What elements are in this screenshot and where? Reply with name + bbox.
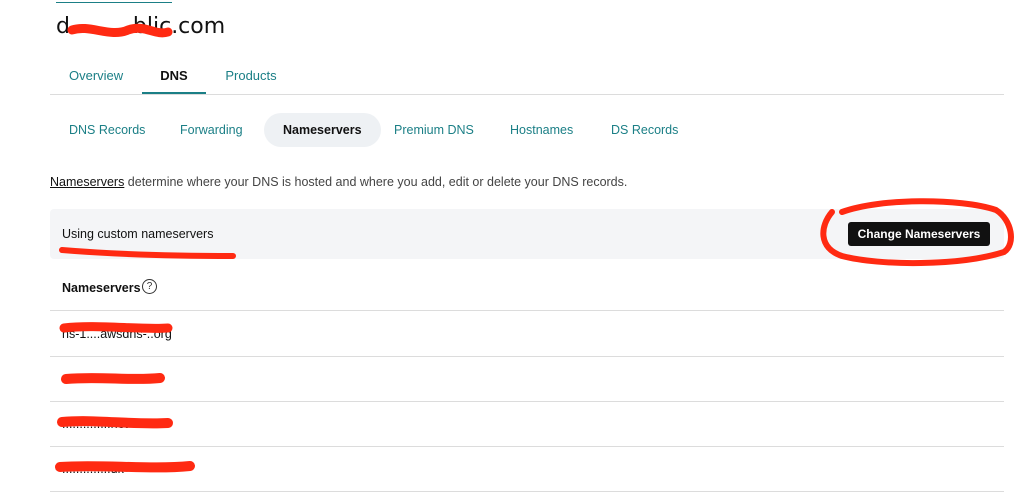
tab-overview[interactable]: Overview bbox=[69, 58, 123, 92]
nameserver-value: ns-1....awsdns-..org bbox=[62, 327, 172, 341]
subtab-dns-records[interactable]: DNS Records bbox=[69, 113, 145, 147]
subtab-forwarding[interactable]: Forwarding bbox=[180, 113, 243, 147]
page-title: d.........blic.com bbox=[56, 14, 226, 39]
help-icon[interactable]: ? bbox=[142, 279, 157, 294]
nameserver-row: ..............com bbox=[50, 356, 1004, 402]
tab-dns[interactable]: DNS bbox=[142, 58, 206, 94]
nameservers-header: Nameservers ? bbox=[50, 260, 1004, 311]
subtab-ds-records[interactable]: DS Records bbox=[611, 113, 678, 147]
nameserver-row: ..............uk bbox=[50, 446, 1004, 492]
main-tab-bar: Overview DNS Products bbox=[50, 58, 1004, 95]
subtab-nameservers[interactable]: Nameservers bbox=[264, 113, 381, 147]
nameserver-value: ..............net bbox=[62, 417, 128, 431]
tab-products[interactable]: Products bbox=[225, 58, 277, 92]
change-nameservers-button[interactable]: Change Nameservers bbox=[848, 222, 990, 246]
nameserver-row: ..............net bbox=[50, 401, 1004, 447]
subtab-premium-dns[interactable]: Premium DNS bbox=[394, 113, 474, 147]
nameserver-value: ..............com bbox=[62, 372, 135, 386]
description-text: determine where your DNS is hosted and w… bbox=[124, 175, 628, 189]
nameservers-help-link[interactable]: Nameservers bbox=[50, 175, 124, 189]
nameservers-header-label: Nameservers bbox=[62, 281, 141, 295]
subtab-hostnames[interactable]: Hostnames bbox=[510, 113, 573, 147]
status-banner: Using custom nameservers Change Nameserv… bbox=[50, 209, 1004, 259]
nameserver-row: ns-1....awsdns-..org bbox=[50, 311, 1004, 357]
status-text: Using custom nameservers bbox=[62, 227, 214, 241]
nameserver-value: ..............uk bbox=[62, 462, 124, 476]
nameservers-description: Nameservers determine where your DNS is … bbox=[50, 175, 627, 189]
back-link[interactable] bbox=[56, 0, 172, 3]
